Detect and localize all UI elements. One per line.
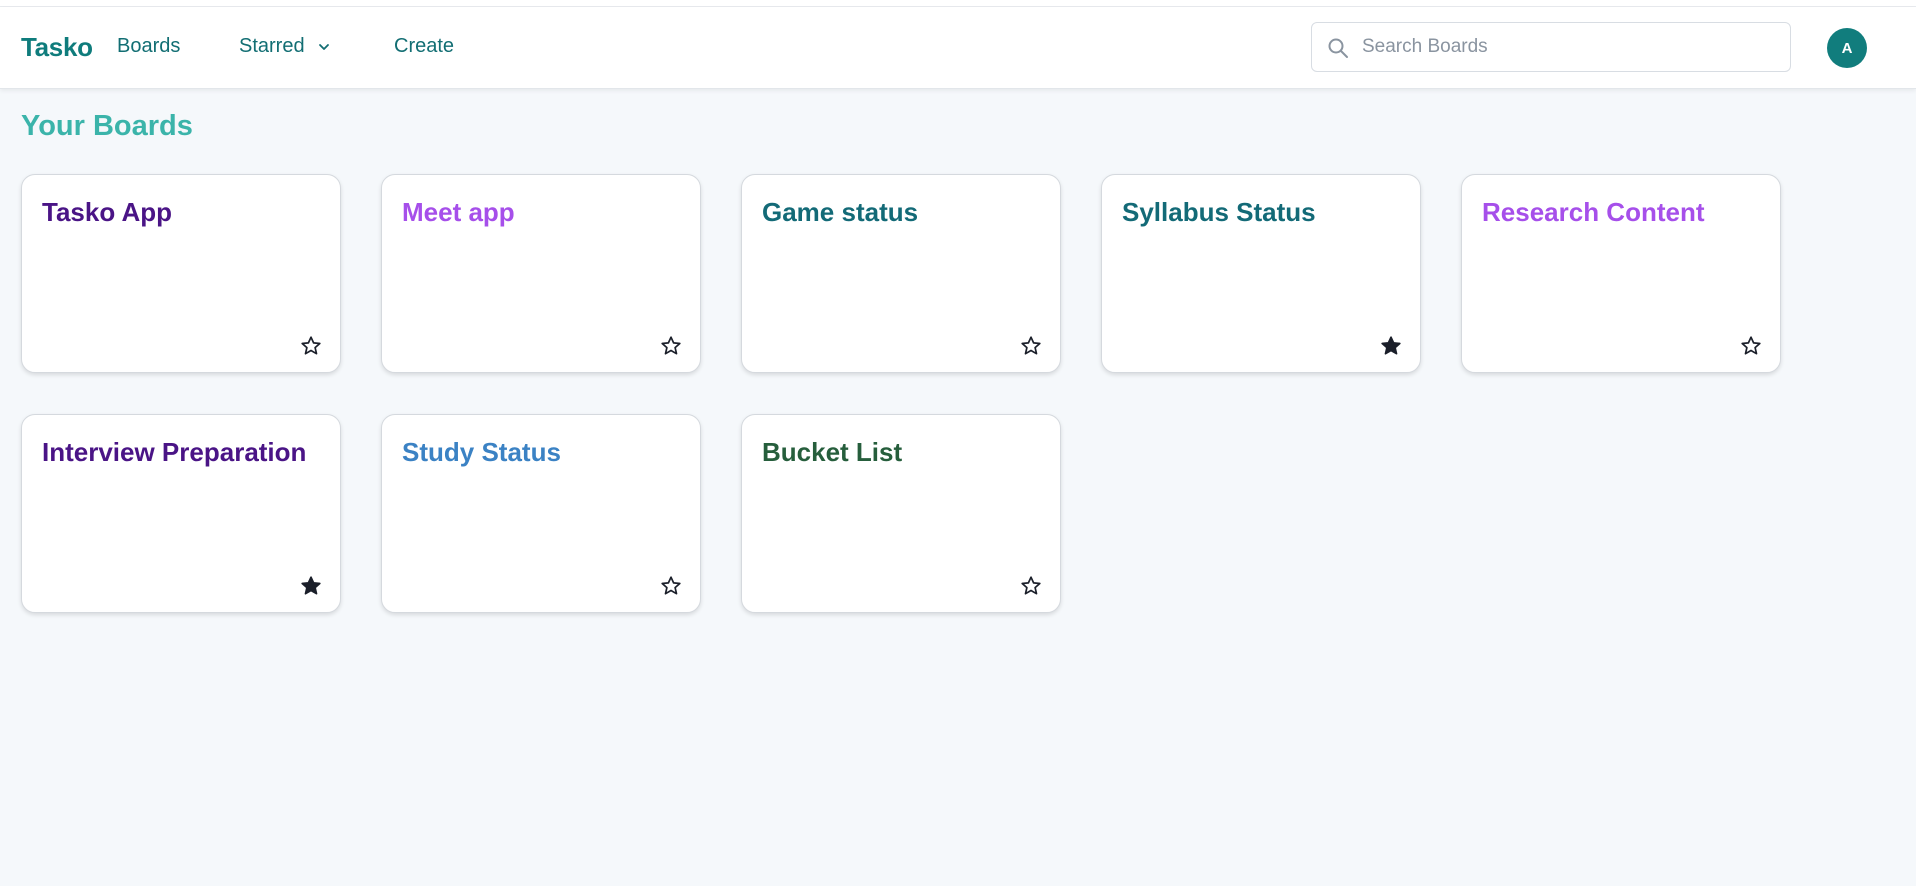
star-outline-icon[interactable] — [299, 334, 323, 358]
board-card[interactable]: Game status — [741, 174, 1061, 373]
board-card[interactable]: Bucket List — [741, 414, 1061, 613]
board-title: Bucket List — [762, 437, 903, 467]
user-avatar[interactable]: A — [1827, 28, 1867, 68]
page-title: Your Boards — [21, 110, 193, 142]
search-input[interactable] — [1362, 23, 1782, 71]
board-title: Research Content — [1482, 197, 1705, 227]
board-title: Interview Preparation — [42, 437, 307, 467]
nav-create-link[interactable]: Create — [394, 35, 454, 58]
top-strip — [0, 0, 1916, 7]
search-icon — [1328, 38, 1348, 58]
top-navbar: Tasko Boards Starred Create A — [0, 7, 1916, 89]
board-title: Meet app — [402, 197, 515, 227]
nav-starred-dropdown[interactable]: Starred — [239, 35, 331, 58]
star-outline-icon[interactable] — [659, 574, 683, 598]
board-card[interactable]: Interview Preparation — [21, 414, 341, 613]
nav-create-label: Create — [394, 35, 455, 57]
board-title: Syllabus Status — [1122, 197, 1316, 227]
chevron-down-icon — [318, 43, 329, 50]
star-outline-icon[interactable] — [1019, 334, 1043, 358]
search-box — [1311, 22, 1791, 72]
board-title: Study Status — [402, 437, 561, 467]
brand-logo[interactable]: Tasko — [21, 32, 93, 63]
board-card[interactable]: Meet app — [381, 174, 701, 373]
nav-boards-link[interactable]: Boards — [117, 35, 180, 58]
board-title: Game status — [762, 197, 919, 227]
star-outline-icon[interactable] — [659, 334, 683, 358]
board-card[interactable]: Syllabus Status — [1101, 174, 1421, 373]
star-filled-icon[interactable] — [1379, 334, 1403, 358]
nav-boards-label: Boards — [117, 35, 181, 57]
nav-starred-label: Starred — [239, 35, 305, 57]
star-outline-icon[interactable] — [1739, 334, 1763, 358]
board-title: Tasko App — [42, 197, 173, 227]
star-outline-icon[interactable] — [1019, 574, 1043, 598]
board-card[interactable]: Study Status — [381, 414, 701, 613]
board-card[interactable]: Tasko App — [21, 174, 341, 373]
board-card[interactable]: Research Content — [1461, 174, 1781, 373]
star-filled-icon[interactable] — [299, 574, 323, 598]
